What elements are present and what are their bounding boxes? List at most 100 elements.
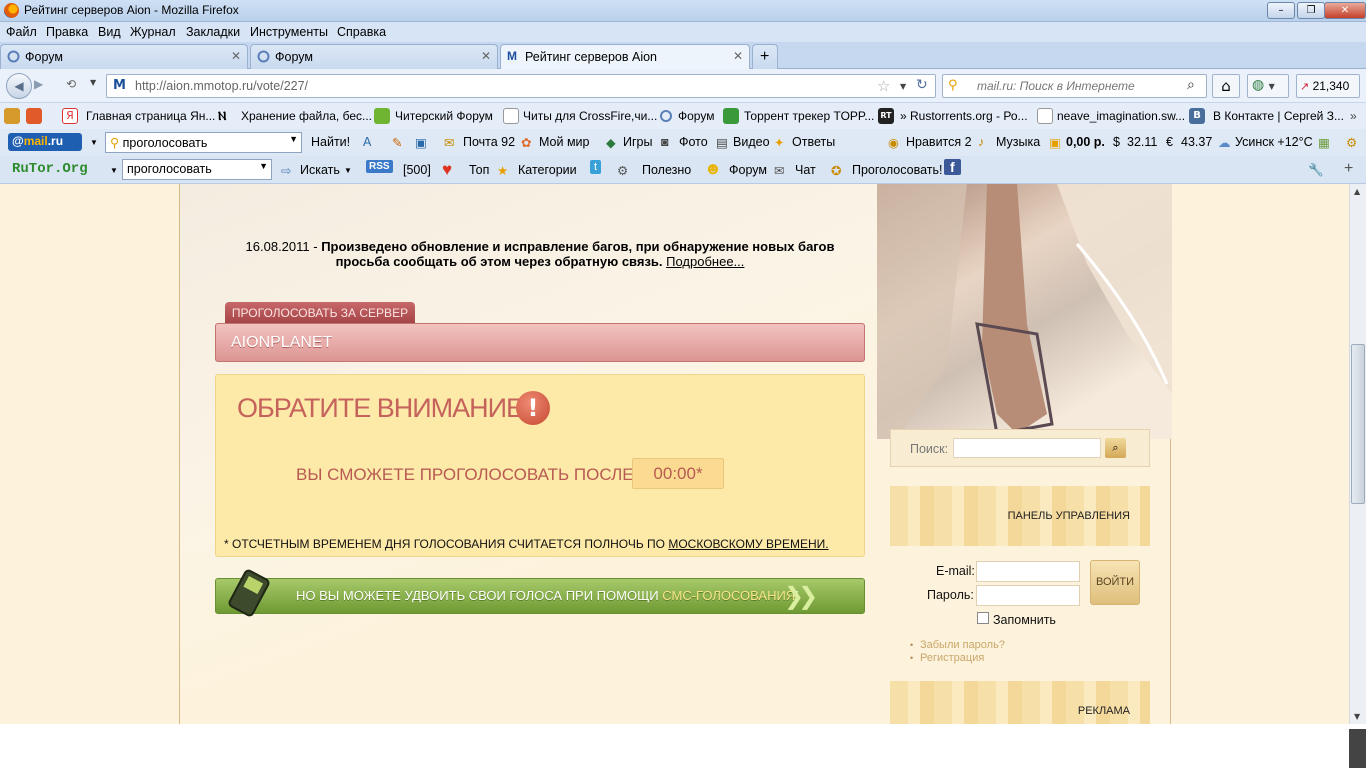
twitter-icon[interactable]: t (590, 160, 602, 174)
add-toolbar-icon[interactable]: + (1344, 160, 1353, 178)
pencil-icon[interactable]: ✎ (392, 135, 402, 150)
forgot-password-link[interactable]: Забыли пароль? (910, 639, 1005, 651)
rutor-logo[interactable]: RuTor.Org (12, 161, 88, 177)
weather-link[interactable]: Усинск +12°C (1235, 135, 1313, 149)
top-link[interactable]: Топ (469, 163, 489, 177)
back-button[interactable]: ◀ (6, 73, 32, 99)
menu-history[interactable]: Журнал (130, 25, 176, 39)
menu-tools[interactable]: Инструменты (250, 25, 328, 39)
url-text[interactable]: http://aion.mmotop.ru/vote/227/ (135, 79, 308, 93)
chevron-down-icon[interactable]: ▼ (90, 138, 98, 147)
window-icon[interactable]: ▣ (415, 135, 427, 150)
scrollbar-thumb[interactable] (1351, 344, 1365, 504)
tab-aion-rating[interactable]: M Рейтинг серверов Aion ✕ (500, 44, 750, 69)
menu-help[interactable]: Справка (337, 25, 386, 39)
games-link[interactable]: Игры (623, 135, 652, 149)
chevron-down-icon[interactable]: ▼ (289, 134, 298, 144)
chevron-down-icon[interactable]: ▼ (900, 82, 906, 91)
search-icon[interactable]: ⌕ (1105, 438, 1126, 458)
forum-link[interactable]: Форум (729, 163, 767, 177)
search-icon[interactable]: ⌕ (1187, 77, 1195, 93)
bookmark-cheat-forum[interactable]: Читерский Форум (395, 109, 493, 123)
email-field[interactable] (976, 561, 1080, 582)
sms-vote-banner[interactable]: НО ВЫ МОЖЕТЕ УДВОИТЬ СВОИ ГОЛОСА ПРИ ПОМ… (215, 578, 865, 614)
bookmark-torrent-tracker[interactable]: Торрент трекер TOPP... (744, 109, 874, 123)
facebook-icon[interactable]: f (944, 159, 961, 175)
video-link[interactable]: Видео (733, 135, 770, 149)
counter-addon-button[interactable]: ↗ 21,340 (1296, 74, 1360, 98)
menu-edit[interactable]: Правка (46, 25, 88, 39)
rss-count[interactable]: [500] (403, 163, 431, 177)
site-identity-icon[interactable]: M (113, 78, 126, 93)
useful-menu[interactable]: Полезно (642, 163, 691, 177)
vote-for-server-tab[interactable]: ПРОГОЛОСОВАТЬ ЗА СЕРВЕР (225, 302, 415, 324)
usd-rate[interactable]: 32.11 (1127, 135, 1157, 149)
menu-bookmarks[interactable]: Закладки (186, 25, 240, 39)
chat-menu[interactable]: Чат (795, 163, 816, 177)
password-field[interactable] (976, 585, 1080, 606)
bookmark-vkontakte[interactable]: В Контакте | Сергей З... (1213, 109, 1344, 123)
tab-forum-1[interactable]: Форум ✕ (0, 44, 248, 69)
scroll-up-icon[interactable]: ▲ (1354, 187, 1360, 196)
new-tab-button[interactable]: + (752, 44, 778, 69)
login-button[interactable]: ВОЙТИ (1090, 560, 1140, 605)
map-icon[interactable]: ▦ (1318, 135, 1330, 150)
close-tab-icon[interactable]: ✕ (481, 49, 491, 63)
home-button[interactable]: ⌂ (1212, 74, 1240, 98)
site-search-input[interactable] (953, 438, 1101, 458)
maximize-button[interactable]: ❐ (1297, 2, 1325, 19)
reload-icon[interactable]: ↻ (916, 77, 928, 93)
likes-link[interactable]: Нравится 2 (906, 135, 972, 149)
bookmark-file-hosting[interactable]: Хранение файла, бес... (241, 109, 372, 123)
settings-gear-icon[interactable]: ⚙ (1346, 135, 1357, 150)
resize-grip[interactable] (1349, 729, 1366, 768)
register-link[interactable]: Регистрация (910, 652, 984, 664)
find-button[interactable]: Найти! (311, 135, 350, 149)
money-balance[interactable]: 0,00 р. (1066, 135, 1105, 149)
mailru-logo[interactable]: @mail.ru (8, 133, 82, 151)
menu-file[interactable]: Файл (6, 25, 37, 39)
bookmark-crossfire[interactable]: Читы для CrossFire,чи... (523, 109, 657, 123)
download-icon[interactable] (26, 108, 42, 124)
mailru-search-input[interactable]: ⚲ проголосовать ▼ (105, 132, 302, 153)
vote-link[interactable]: Проголосовать! (852, 163, 942, 177)
tab-forum-2[interactable]: Форум ✕ (250, 44, 498, 69)
bookmark-rustorrents[interactable]: » Rustorrents.org - Ро... (900, 109, 1028, 123)
news-more-link[interactable]: Подробнее... (666, 254, 744, 269)
bookmark-folder-icon[interactable] (4, 108, 20, 124)
wrench-icon[interactable]: 🔧 (1308, 163, 1324, 178)
menu-view[interactable]: Вид (98, 25, 121, 39)
chevron-down-icon[interactable]: ▼ (110, 166, 118, 175)
bookmark-yandex[interactable]: Главная страница Ян... (86, 109, 215, 123)
close-tab-icon[interactable]: ✕ (231, 49, 241, 63)
music-link[interactable]: Музыка (996, 135, 1040, 149)
bookmark-neave[interactable]: neave_imagination.sw... (1057, 109, 1185, 123)
page-scrollbar[interactable]: ▲ ▼ (1349, 184, 1366, 724)
close-window-button[interactable]: ✕ (1324, 2, 1366, 19)
categories-menu[interactable]: Категории (518, 163, 577, 177)
forward-button[interactable]: ▶ (34, 77, 54, 95)
eur-rate[interactable]: 43.37 (1181, 135, 1212, 149)
globe-addon-button[interactable]: ◍ ▼ (1247, 74, 1289, 98)
sms-vote-link[interactable]: СМС-ГОЛОСОВАНИЯ (662, 588, 795, 603)
chevron-down-icon[interactable]: ▼ (259, 161, 268, 171)
chevron-down-icon[interactable]: ▼ (344, 166, 352, 175)
more-bookmarks-icon[interactable]: » (1350, 109, 1357, 123)
photo-link[interactable]: Фото (679, 135, 708, 149)
bookmark-forum[interactable]: Форум (678, 109, 714, 123)
search-placeholder[interactable]: mail.ru: Поиск в Интернете (977, 79, 1135, 93)
rutor-search-button[interactable]: Искать (300, 163, 340, 177)
bookmark-star-icon[interactable]: ☆ (877, 77, 890, 95)
rutor-search-input[interactable]: проголосовать ▼ (122, 159, 272, 180)
url-bar[interactable]: M http://aion.mmotop.ru/vote/227/ ☆ ▼ ↻ (106, 74, 936, 98)
chevron-down-icon[interactable]: ▼ (90, 78, 96, 87)
scroll-down-icon[interactable]: ▼ (1354, 712, 1360, 721)
web-search-box[interactable]: ⚲ mail.ru: Поиск в Интернете ⌕ (942, 74, 1207, 98)
moscow-time-link[interactable]: МОСКОВСКОМУ ВРЕМЕНИ. (668, 537, 828, 551)
mail-link[interactable]: Почта 92 (463, 135, 515, 149)
remember-checkbox[interactable] (977, 612, 989, 624)
my-world-link[interactable]: Мой мир (539, 135, 590, 149)
font-size-icon[interactable]: A (363, 135, 371, 149)
rss-icon[interactable]: RSS (366, 160, 393, 173)
history-dropdown-icon[interactable]: ⟲ (66, 77, 76, 91)
